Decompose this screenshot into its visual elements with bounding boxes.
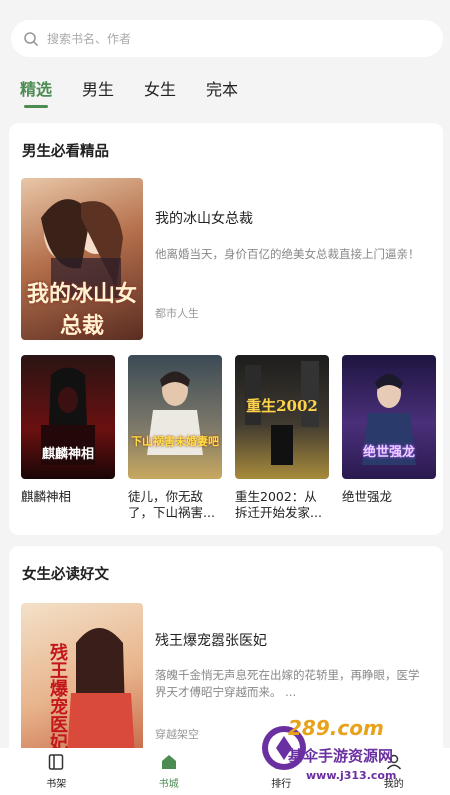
tab-featured[interactable]: 精选 <box>20 76 52 108</box>
book-grid: 麒麟神相 麒麟神相 下山祸害未婚妻吧 徒儿，你无敌了，下山祸害... 重生200… <box>21 355 436 521</box>
featured-book-tag: 都市人生 <box>155 307 199 320</box>
book-item[interactable]: 下山祸害未婚妻吧 徒儿，你无敌了，下山祸害... <box>128 355 222 521</box>
nav-label: 书架 <box>46 779 67 790</box>
search-input[interactable] <box>47 31 407 46</box>
cover-art <box>147 371 203 455</box>
section-male-picks: 男生必看精品 我的冰山女总裁 我的冰山女总裁 他离婚当天，身价百亿的绝美女总裁直… <box>9 123 443 535</box>
category-tabs: 精选 男生 女生 完本 <box>20 76 268 108</box>
watermark-name: 基伞手游资源网 <box>288 747 394 765</box>
watermark-brand: 289.com <box>288 716 384 740</box>
featured-book-title[interactable]: 残王爆宠嚣张医妃 <box>155 630 267 650</box>
tab-completed[interactable]: 完本 <box>206 76 238 106</box>
book-name: 绝世强龙 <box>342 489 393 504</box>
book-item[interactable]: 重生2002 重生2002：从拆迁开始发家... <box>235 355 329 521</box>
book-item[interactable]: 麒麟神相 麒麟神相 <box>21 355 115 521</box>
featured-book-cover[interactable]: 我的冰山女总裁 <box>21 178 143 340</box>
featured-book-desc: 他离婚当天，身价百亿的绝美女总裁直接上门逼亲！ <box>155 247 420 261</box>
featured-book-title[interactable]: 我的冰山女总裁 <box>155 208 253 228</box>
tab-female[interactable]: 女生 <box>144 76 176 106</box>
featured-cover-title: 我的冰山女总裁 <box>26 281 137 339</box>
section-title: 女生必读好文 <box>22 567 109 583</box>
featured-book-desc: 落魄千金悄无声息死在出嫁的花轿里，再睁眼，医学界天才傅昭宁穿越而来。 ... <box>155 668 420 699</box>
featured-book-cover[interactable]: 残王爆宠医妃 <box>21 603 143 756</box>
book-cover[interactable]: 下山祸害未婚妻吧 <box>128 355 222 479</box>
nav-bookstore[interactable]: 书城 <box>113 748 226 795</box>
book-name: 重生2002：从拆迁开始发家... <box>235 489 322 520</box>
book-item[interactable]: 绝世强龙 绝世强龙 <box>342 355 436 521</box>
cover-art <box>245 361 319 465</box>
featured-book-tag: 穿越架空 <box>155 728 199 741</box>
tab-male[interactable]: 男生 <box>82 76 114 106</box>
book-name: 麒麟神相 <box>21 489 72 504</box>
cover-title: 麒麟神相 <box>41 447 94 462</box>
home-icon <box>161 755 176 769</box>
cover-title: 重生2002 <box>246 397 318 415</box>
featured-cover-title: 残王爆宠医妃 <box>47 643 68 751</box>
cover-title: 下山祸害未婚妻吧 <box>131 435 219 448</box>
section-title: 男生必看精品 <box>22 144 109 160</box>
search-bar[interactable] <box>11 20 443 57</box>
book-cover[interactable]: 重生2002 <box>235 355 329 479</box>
watermark-url: www.j313.com <box>306 769 397 782</box>
book-name: 徒儿，你无敌了，下山祸害... <box>128 489 215 520</box>
nav-bookshelf[interactable]: 书架 <box>0 748 113 795</box>
cover-title: 绝世强龙 <box>362 445 415 460</box>
nav-label: 书城 <box>158 779 179 790</box>
search-icon <box>24 31 38 46</box>
book-cover[interactable]: 麒麟神相 <box>21 355 115 479</box>
book-cover[interactable]: 绝世强龙 <box>342 355 436 479</box>
book-icon <box>49 754 64 770</box>
cover-art <box>362 374 416 465</box>
